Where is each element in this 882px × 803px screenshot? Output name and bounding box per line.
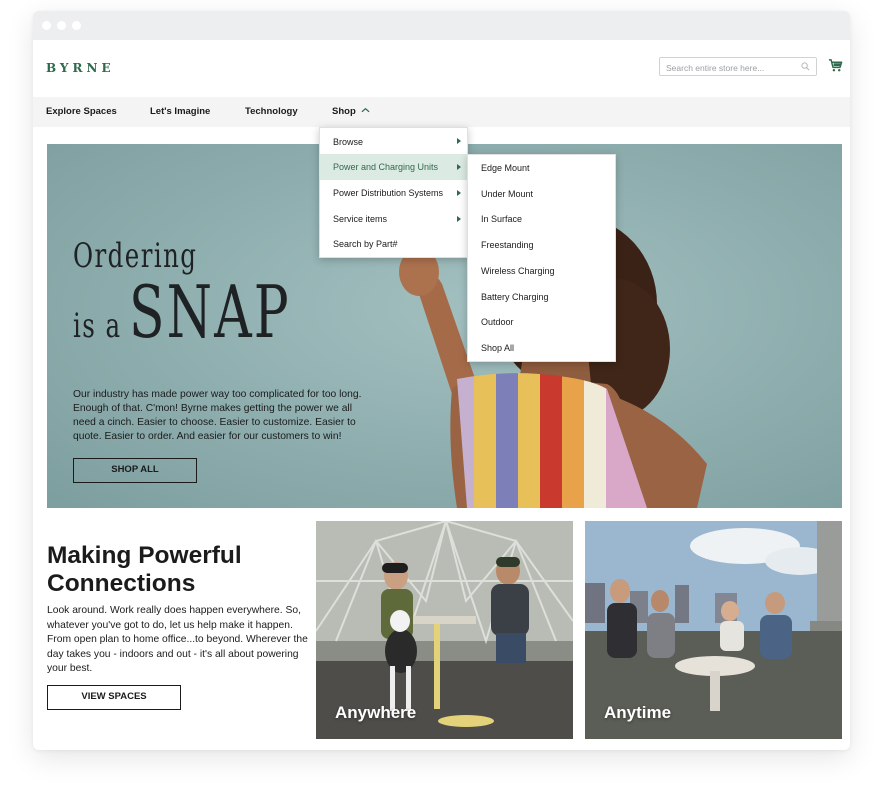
submenu-item-wireless-charging[interactable]: Wireless Charging <box>468 258 615 284</box>
search-input[interactable] <box>660 59 802 77</box>
connections-title: Making Powerful Connections <box>47 542 242 597</box>
submenu-item-in-surface[interactable]: In Surface <box>468 207 615 233</box>
nav-item-explore-spaces[interactable]: Explore Spaces <box>46 106 117 117</box>
site-header: BYRNE <box>33 40 850 97</box>
menu-item-service-items[interactable]: Service items <box>320 206 467 232</box>
power-charging-submenu: Edge Mount Under Mount In Surface Freest… <box>467 154 616 362</box>
tile-anytime[interactable]: Anytime <box>585 521 842 739</box>
connections-body-text: Look around. Work really does happen eve… <box>47 605 308 675</box>
menu-item-search-by-part[interactable]: Search by Part# <box>320 232 467 257</box>
menu-item-power-distribution-systems-label: Power Distribution Systems <box>333 188 444 198</box>
nav-item-technology[interactable]: Technology <box>245 106 298 117</box>
submenu-item-freestanding[interactable]: Freestanding <box>468 232 615 258</box>
logo[interactable]: BYRNE <box>46 61 115 75</box>
caret-right-icon <box>457 216 461 222</box>
caret-right-icon <box>457 138 461 144</box>
hero-headline-snap: SNAP <box>129 270 291 354</box>
nav-item-lets-imagine[interactable]: Let's Imagine <box>150 106 210 117</box>
hero-body-text: Our industry has made power way too comp… <box>73 389 362 442</box>
caret-right-icon <box>457 190 461 196</box>
search-icon[interactable] <box>801 62 810 71</box>
hero-headline-is-a: is a <box>73 306 122 346</box>
window-dot <box>42 21 51 30</box>
hero-headline-line2: is a SNAP <box>73 276 354 368</box>
nav-item-shop[interactable]: Shop <box>332 106 370 117</box>
hero-headline: Ordering is a SNAP <box>73 236 354 368</box>
tile-anytime-label: Anytime <box>604 703 672 722</box>
search-box[interactable] <box>659 57 817 77</box>
chevron-up-icon <box>361 107 370 113</box>
menu-item-power-and-charging-units[interactable]: Power and Charging Units <box>320 154 467 180</box>
submenu-item-edge-mount[interactable]: Edge Mount <box>468 155 615 181</box>
shop-dropdown-menu: Browse Power and Charging Units Power Di… <box>319 127 468 258</box>
tile-anywhere-label: Anywhere <box>335 703 417 722</box>
submenu-item-shop-all[interactable]: Shop All <box>468 335 615 361</box>
tile-anywhere[interactable]: Anywhere <box>316 521 573 739</box>
browser-window: BYRNE Explore Spaces Let's Imagine Techn… <box>33 11 850 750</box>
window-dot <box>57 21 66 30</box>
menu-item-browse[interactable]: Browse <box>320 128 467 154</box>
submenu-item-under-mount[interactable]: Under Mount <box>468 181 615 207</box>
view-spaces-button[interactable]: VIEW SPACES <box>47 685 181 710</box>
cart-icon[interactable] <box>828 58 843 73</box>
menu-item-search-by-part-label: Search by Part# <box>333 239 398 249</box>
submenu-item-battery-charging[interactable]: Battery Charging <box>468 284 615 310</box>
menu-item-browse-label: Browse <box>333 137 364 147</box>
browser-chrome <box>33 11 850 40</box>
menu-item-power-distribution-systems[interactable]: Power Distribution Systems <box>320 180 467 206</box>
main-nav: Explore Spaces Let's Imagine Technology … <box>33 97 850 127</box>
caret-right-icon <box>457 164 461 170</box>
menu-item-power-and-charging-units-label: Power and Charging Units <box>333 162 439 172</box>
submenu-item-outdoor[interactable]: Outdoor <box>468 310 615 336</box>
window-dot <box>72 21 81 30</box>
menu-item-service-items-label: Service items <box>333 214 388 224</box>
nav-item-shop-label: Shop <box>332 106 356 117</box>
shop-all-button[interactable]: SHOP ALL <box>73 458 197 483</box>
